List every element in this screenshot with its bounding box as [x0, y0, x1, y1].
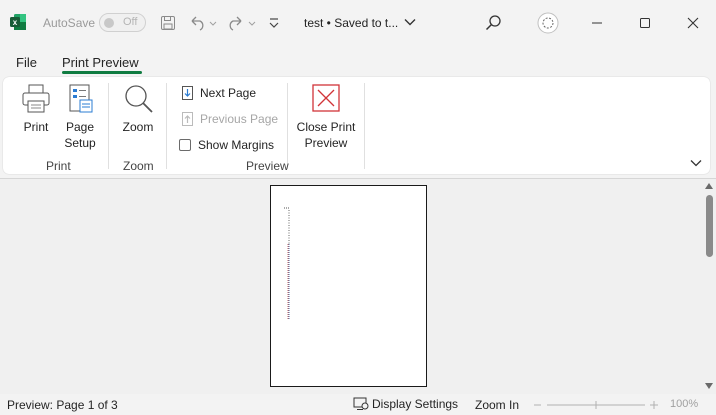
checkbox-box[interactable] [179, 139, 191, 151]
page-setup-icon [69, 84, 93, 113]
status-bar: Preview: Page 1 of 3 Display Settings Zo… [0, 394, 716, 415]
excel-logo-icon: x [10, 14, 26, 30]
page-setup-button[interactable]: Page Setup [62, 83, 98, 151]
search-icon[interactable] [482, 12, 504, 34]
print-icon [22, 84, 50, 113]
save-icon[interactable] [159, 13, 177, 33]
title-bar: x AutoSave Off test • Saved to t... [0, 0, 716, 46]
page-setup-label-line1: Page [65, 120, 95, 134]
collapse-ribbon-icon[interactable] [690, 158, 702, 168]
print-label: Print [23, 120, 49, 134]
close-preview-label-line2: Preview [304, 136, 348, 150]
display-settings-label: Display Settings [372, 397, 459, 411]
chevron-down-icon[interactable] [404, 16, 416, 28]
previous-page-icon [182, 112, 193, 126]
tab-print-preview[interactable]: Print Preview [62, 55, 139, 70]
show-margins-label: Show Margins [198, 138, 275, 152]
undo-icon[interactable] [189, 13, 217, 33]
close-print-preview-icon [312, 84, 340, 112]
previous-page-label: Previous Page [200, 112, 279, 126]
autosave-label: AutoSave [43, 16, 96, 30]
close-icon[interactable] [682, 12, 704, 34]
display-settings-button[interactable]: Display Settings [353, 397, 458, 411]
preview-area [0, 178, 716, 394]
separator [166, 83, 167, 169]
document-title[interactable]: test • Saved to t... [304, 16, 398, 30]
zoom-label: Zoom [122, 120, 154, 134]
group-label-preview: Preview [246, 159, 289, 173]
minimize-icon[interactable] [586, 12, 608, 34]
redo-icon[interactable] [227, 13, 257, 33]
active-tab-indicator [62, 71, 142, 74]
page-setup-label-line2: Setup [64, 136, 96, 150]
separator [287, 83, 288, 169]
autosave-toggle[interactable]: Off [99, 13, 146, 32]
next-page-label: Next Page [200, 86, 257, 100]
separator [364, 83, 365, 169]
close-preview-label-line1: Close Print [296, 120, 356, 134]
previous-page-button[interactable]: Previous Page [181, 112, 278, 126]
next-page-icon [182, 86, 193, 100]
preview-page[interactable] [270, 185, 427, 387]
vertical-scrollbar[interactable] [702, 179, 716, 395]
zoom-icon [125, 85, 153, 113]
svg-text:x: x [13, 18, 18, 27]
show-margins-checkbox[interactable]: Show Margins [179, 138, 274, 152]
zoom-button[interactable]: Zoom [120, 83, 156, 135]
group-label-zoom: Zoom [123, 159, 154, 173]
print-button[interactable]: Print [19, 83, 53, 135]
ribbon-tabs: File Print Preview [0, 52, 716, 74]
preview-page-status: Preview: Page 1 of 3 [7, 398, 118, 412]
ribbon: Print Page Setup Zoom Next Page Previous… [3, 77, 710, 174]
zoom-in-button[interactable]: Zoom In [475, 398, 519, 412]
scrollbar-thumb[interactable] [706, 195, 713, 257]
page-content-thumbnail [284, 207, 290, 320]
display-settings-icon [353, 397, 369, 410]
autosave-state: Off [123, 16, 138, 28]
maximize-icon[interactable] [634, 12, 656, 34]
zoom-percent[interactable]: 100% [670, 398, 698, 410]
toggle-knob [104, 18, 114, 28]
group-label-print: Print [46, 159, 71, 173]
scroll-down-icon[interactable] [705, 383, 713, 389]
next-page-button[interactable]: Next Page [181, 86, 256, 100]
close-print-preview-button[interactable]: Close Print Preview [294, 83, 358, 151]
scroll-up-icon[interactable] [705, 183, 713, 189]
copilot-icon[interactable] [537, 12, 559, 34]
separator [108, 83, 109, 169]
zoom-slider[interactable] [533, 398, 661, 412]
tab-file[interactable]: File [16, 55, 37, 70]
customize-qat-icon[interactable] [267, 13, 281, 33]
